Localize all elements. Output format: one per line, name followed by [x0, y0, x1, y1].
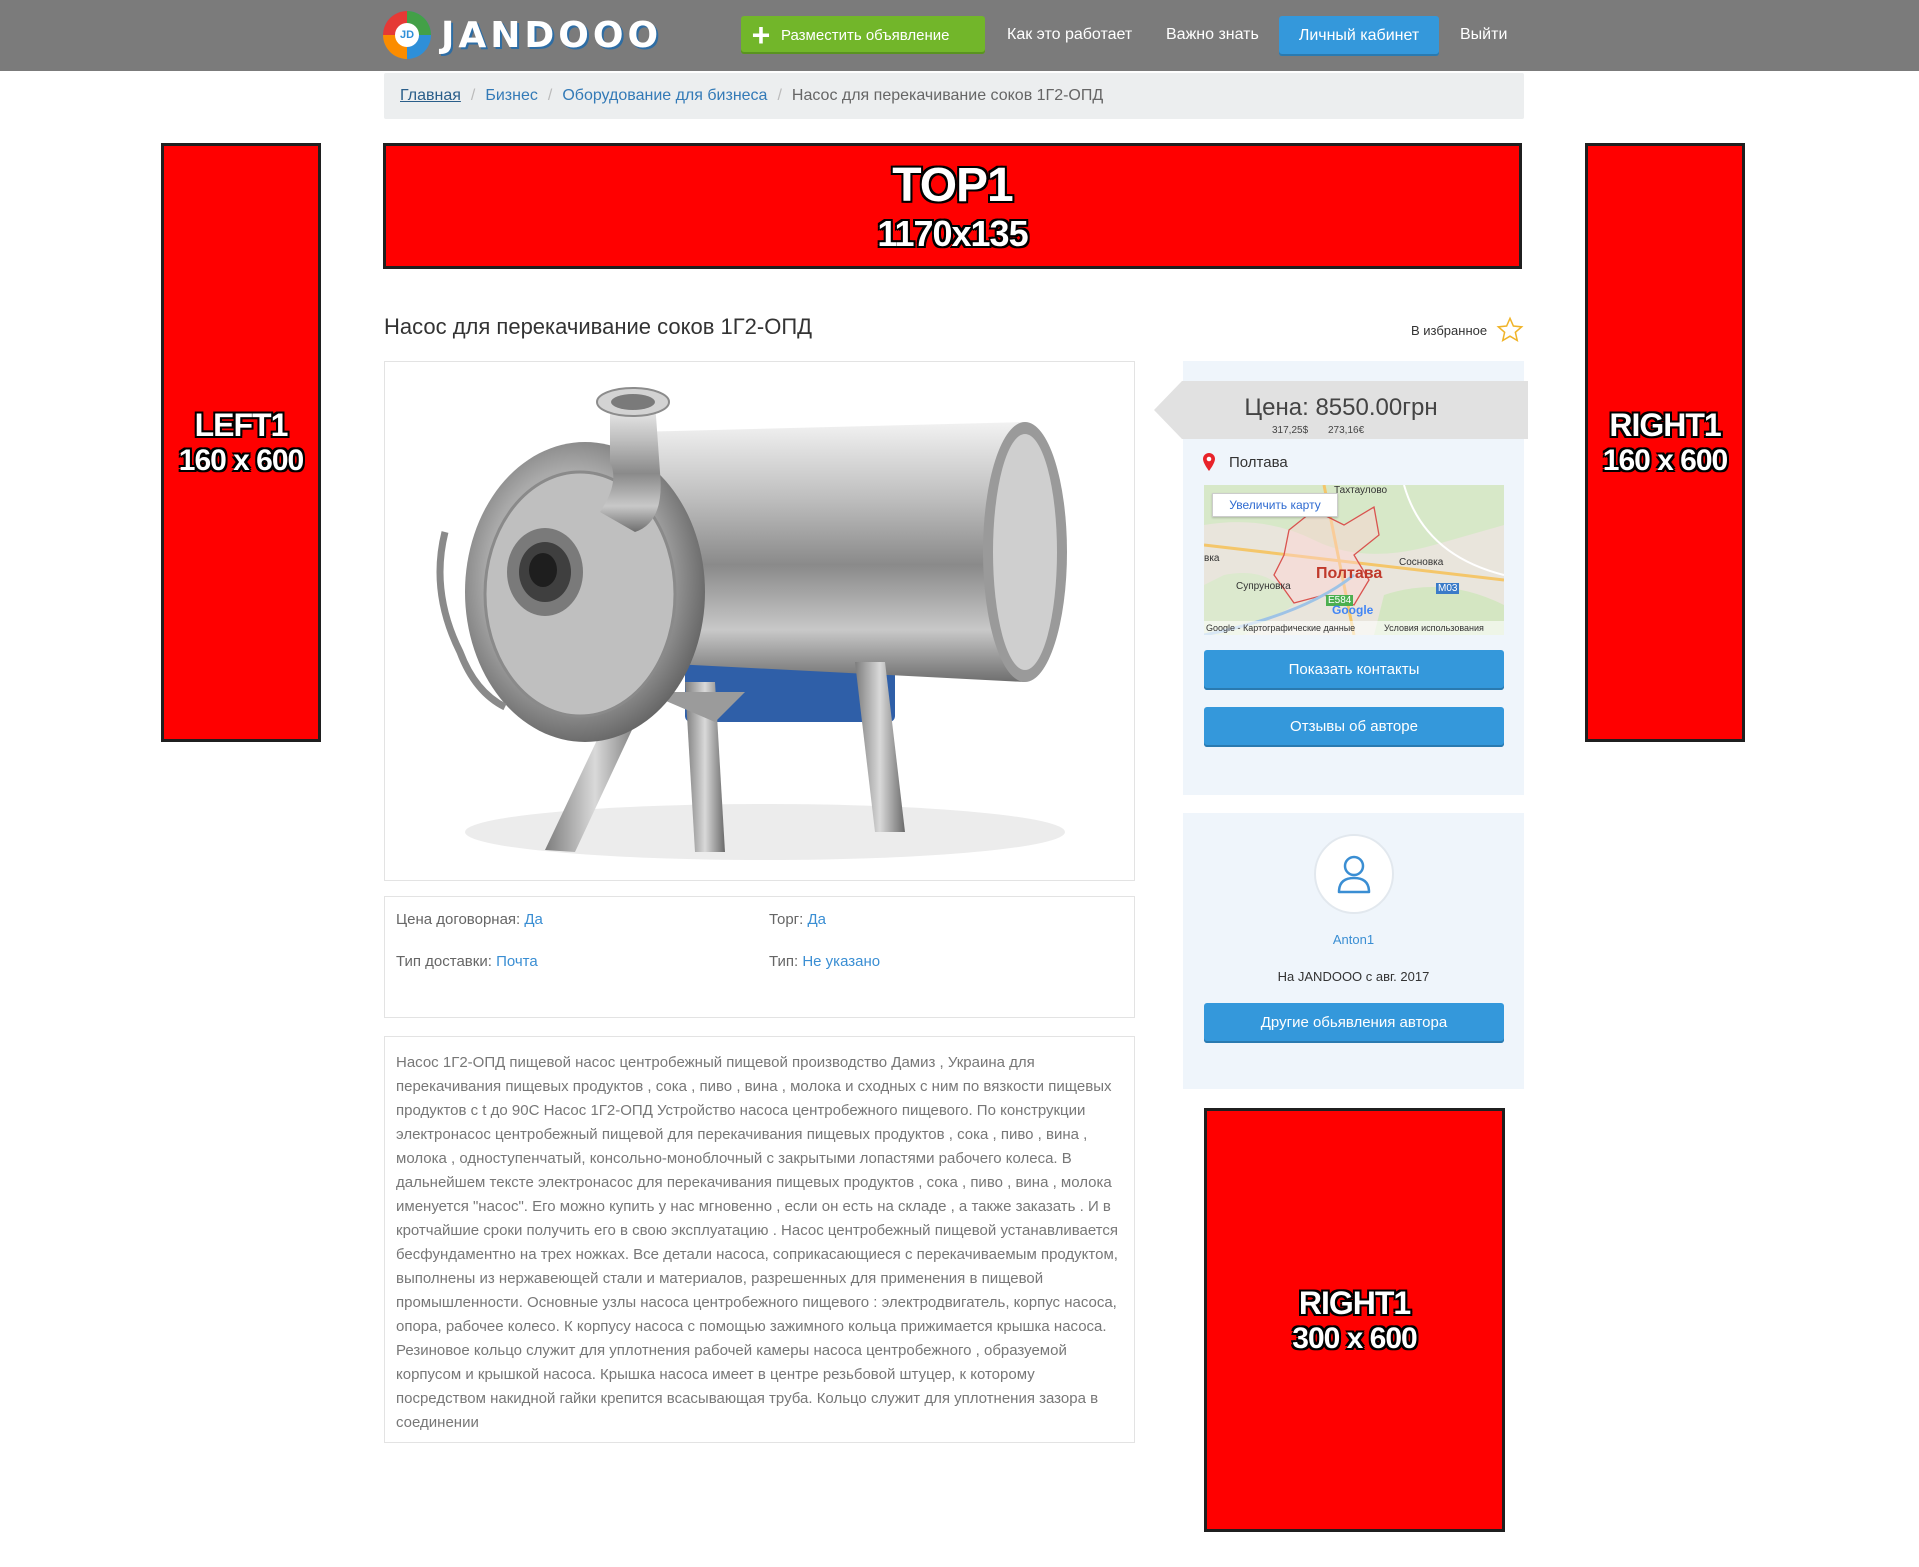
- favorite-toggle[interactable]: В избранное: [1411, 316, 1525, 344]
- map-label: M03: [1436, 583, 1460, 594]
- breadcrumb-current: Насос для перекачивание соков 1Г2-ОПД: [791, 87, 1104, 104]
- ad-banner-top[interactable]: TOP1 1170x135: [383, 143, 1522, 269]
- breadcrumb: Главная / Бизнес / Оборудование для бизн…: [384, 73, 1524, 119]
- breadcrumb-home[interactable]: Главная: [400, 87, 461, 105]
- map-city-label: Полтава: [1316, 565, 1383, 582]
- attr-type: Тип: Не указано: [769, 953, 881, 970]
- other-ads-button[interactable]: Другие обьявления автора: [1204, 1003, 1504, 1043]
- ad-banner-right[interactable]: RIGHT1 160 x 600: [1585, 143, 1745, 742]
- map-enlarge-button[interactable]: Увеличить карту: [1212, 493, 1338, 517]
- logo-mark-icon: JD: [383, 11, 431, 59]
- attr-delivery-type: Тип доставки: Почта: [396, 953, 538, 970]
- breadcrumb-separator: /: [777, 87, 782, 104]
- top-header: JD JANDOOO + Разместить объявление Как э…: [0, 0, 1919, 71]
- listing-description: Насос 1Г2-ОПД пищевой насос центробежный…: [384, 1036, 1135, 1443]
- price-main: Цена: 8550.00грн: [1244, 394, 1438, 421]
- product-image: [436, 387, 1067, 860]
- site-logo[interactable]: JD JANDOOO: [383, 10, 662, 60]
- location-map[interactable]: Увеличить карту Полтава Тахтаулово Сосно…: [1204, 485, 1504, 635]
- breadcrumb-equipment[interactable]: Оборудование для бизнеса: [562, 87, 767, 105]
- map-label: Тахтаулово: [1334, 485, 1388, 496]
- ad-top-size: 1170x135: [877, 212, 1028, 254]
- cabinet-button[interactable]: Личный кабинет: [1279, 16, 1439, 56]
- map-pin-icon: [1203, 453, 1215, 471]
- nav-how-it-works[interactable]: Как это работает: [1007, 16, 1132, 54]
- breadcrumb-separator: /: [470, 87, 476, 104]
- ad-left-name: LEFT1: [194, 407, 289, 443]
- price-usd: 317,25$: [1272, 425, 1309, 436]
- ad-banner-right-big[interactable]: RIGHT1 300 x 600: [1204, 1108, 1505, 1532]
- map-label: Сосновка: [1399, 557, 1444, 568]
- map-label: вка: [1204, 553, 1220, 564]
- author-name[interactable]: Anton1: [1183, 932, 1524, 947]
- author-since: На JANDOOO с авг. 2017: [1277, 969, 1430, 984]
- ad-banner-left[interactable]: LEFT1 160 x 600: [161, 143, 321, 742]
- breadcrumb-separator: /: [547, 87, 553, 104]
- map-label: Супруновка: [1236, 581, 1291, 592]
- google-logo: Google: [1332, 603, 1374, 617]
- ad-top-name: TOP1: [892, 158, 1013, 212]
- attr-bargain: Торг: Да: [769, 911, 826, 928]
- favorite-label: В избранное: [1411, 322, 1488, 338]
- post-ad-label: Разместить объявление: [781, 26, 950, 44]
- author-avatar[interactable]: [1314, 834, 1394, 914]
- location-city: Полтава: [1203, 453, 1288, 471]
- map-footer: Google - Картографические данные Условия…: [1204, 621, 1504, 635]
- user-icon: [1337, 855, 1371, 894]
- price-eur: 273,16€: [1328, 425, 1365, 436]
- post-ad-button[interactable]: + Разместить объявление: [741, 16, 985, 54]
- show-contacts-button[interactable]: Показать контакты: [1204, 650, 1504, 690]
- logo-text: JANDOOO: [441, 14, 663, 56]
- ad-right-size: 160 x 600: [1602, 444, 1728, 477]
- author-reviews-button[interactable]: Отзывы об авторе: [1204, 707, 1504, 747]
- city-label: Полтава: [1229, 453, 1288, 471]
- map-terms-link[interactable]: Условия использования: [1384, 623, 1484, 633]
- ad-right-name: RIGHT1: [1609, 407, 1721, 443]
- page-title: Насос для перекачивание соков 1Г2-ОПД: [384, 314, 813, 339]
- nav-important[interactable]: Важно знать: [1166, 16, 1259, 54]
- product-image-panel[interactable]: [384, 361, 1135, 881]
- attr-negotiable-price: Цена договорная: Да: [396, 911, 543, 928]
- plus-icon: +: [751, 17, 771, 53]
- map-attribution: Google - Картографические данные: [1206, 623, 1356, 633]
- ad-right-big-name: RIGHT1: [1298, 1284, 1411, 1321]
- ad-right-big-size: 300 x 600: [1292, 1321, 1417, 1355]
- ad-left-size: 160 x 600: [178, 444, 304, 477]
- listing-attributes: Цена договорная: Да Торг: Да Тип доставк…: [384, 896, 1135, 1018]
- star-icon: [1496, 316, 1524, 343]
- breadcrumb-business[interactable]: Бизнес: [485, 87, 538, 105]
- logout-link[interactable]: Выйти: [1460, 16, 1507, 54]
